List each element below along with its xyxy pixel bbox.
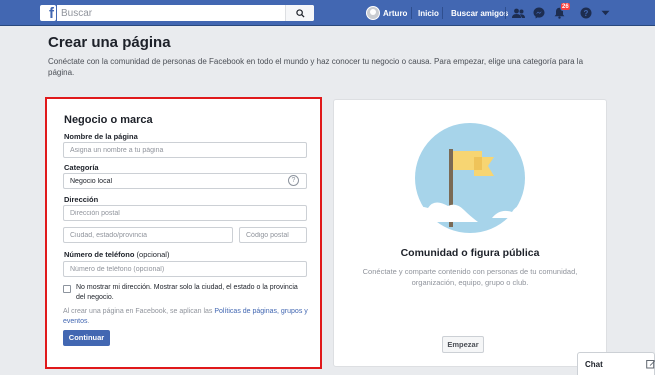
- friend-requests-icon[interactable]: [511, 6, 525, 20]
- search-bar: [57, 5, 314, 21]
- avatar: [366, 6, 380, 20]
- hide-address-text: No mostrar mi dirección. Mostrar solo la…: [76, 284, 298, 301]
- page-description: Conéctate con la comunidad de personas d…: [48, 57, 584, 77]
- profile-link[interactable]: [366, 4, 380, 22]
- nav-divider: [505, 7, 506, 19]
- category-label: Categoría: [64, 163, 99, 172]
- account-menu-chevron-down-icon[interactable]: [598, 6, 612, 20]
- top-navbar: f Arturo Inicio Buscar amigos 26 ?: [0, 0, 655, 26]
- card-description: Conéctate y comparte contenido con perso…: [362, 267, 578, 287]
- notification-badge: 26: [560, 2, 571, 11]
- card-title: Comunidad o figura pública: [400, 247, 540, 259]
- facebook-logo-icon[interactable]: f: [40, 5, 56, 21]
- search-button[interactable]: [285, 5, 314, 21]
- address-label: Dirección: [64, 195, 99, 204]
- hide-address-checkbox[interactable]: [63, 285, 71, 293]
- category-help-icon[interactable]: ?: [288, 175, 299, 186]
- page-name-label: Nombre de la página: [64, 132, 138, 141]
- phone-optional-text: (opcional): [136, 250, 170, 259]
- help-icon[interactable]: ?: [579, 6, 593, 20]
- messenger-icon[interactable]: [532, 6, 546, 20]
- phone-label: Número de teléfono (opcional): [64, 250, 169, 259]
- form-title: Negocio o marca: [64, 114, 153, 126]
- community-card[interactable]: Comunidad o figura pública Conéctate y c…: [333, 99, 607, 367]
- page-name-field[interactable]: [63, 142, 307, 158]
- chat-tab[interactable]: Chat: [577, 352, 655, 375]
- policy-suffix: .: [87, 318, 90, 325]
- profile-name[interactable]: Arturo: [383, 9, 407, 18]
- nav-divider: [411, 7, 412, 19]
- phone-field[interactable]: [63, 261, 307, 277]
- category-field[interactable]: [63, 173, 307, 189]
- home-link[interactable]: Inicio: [418, 9, 439, 18]
- policy-text: Al crear una página en Facebook, se apli…: [63, 307, 309, 327]
- city-field[interactable]: [63, 227, 233, 243]
- policy-prefix: Al crear una página en Facebook, se apli…: [63, 308, 215, 315]
- phone-label-text: Número de teléfono: [64, 250, 135, 259]
- business-form-panel: Negocio o marca Nombre de la página Cate…: [45, 97, 322, 369]
- community-flag-illustration: [408, 123, 538, 233]
- page-title: Crear una página: [48, 34, 171, 51]
- start-button[interactable]: Empezar: [442, 336, 484, 353]
- svg-text:?: ?: [584, 9, 589, 18]
- address-field[interactable]: [63, 205, 307, 221]
- new-message-icon[interactable]: [646, 359, 655, 369]
- continue-button[interactable]: Continuar: [63, 330, 110, 346]
- search-icon: [295, 8, 305, 18]
- search-input[interactable]: [57, 5, 285, 21]
- chat-label: Chat: [585, 360, 603, 369]
- postal-code-field[interactable]: [239, 227, 307, 243]
- nav-divider: [442, 7, 443, 19]
- find-friends-link[interactable]: Buscar amigos: [451, 9, 508, 18]
